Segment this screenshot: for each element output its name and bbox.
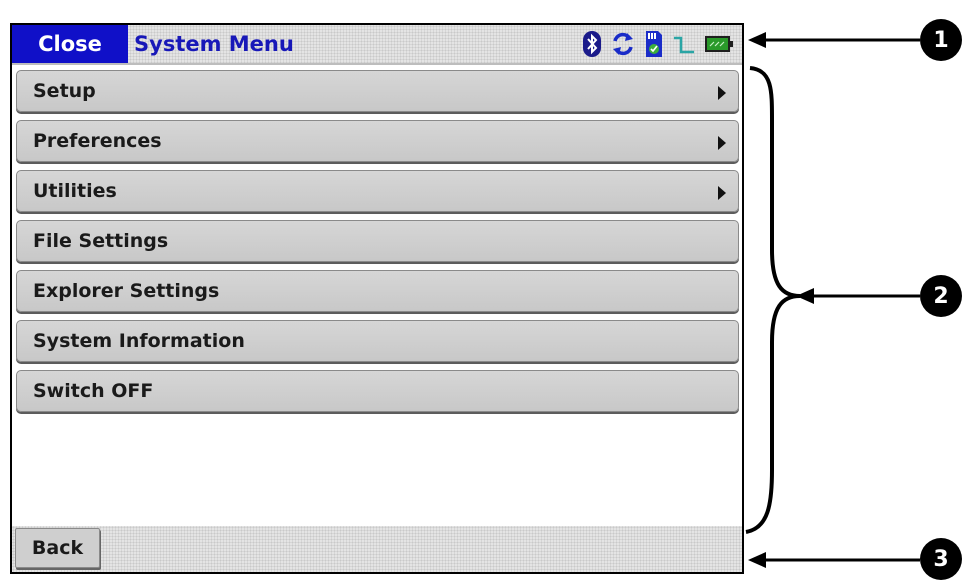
arrowhead-2	[796, 288, 814, 304]
callout-1: 1	[920, 19, 962, 61]
bracket-2	[745, 66, 801, 534]
callout-2: 2	[920, 275, 962, 317]
annotation-overlay	[745, 32, 920, 568]
arrowhead-1	[748, 32, 766, 48]
callout-3: 3	[920, 538, 962, 580]
arrowhead-3	[748, 552, 766, 568]
